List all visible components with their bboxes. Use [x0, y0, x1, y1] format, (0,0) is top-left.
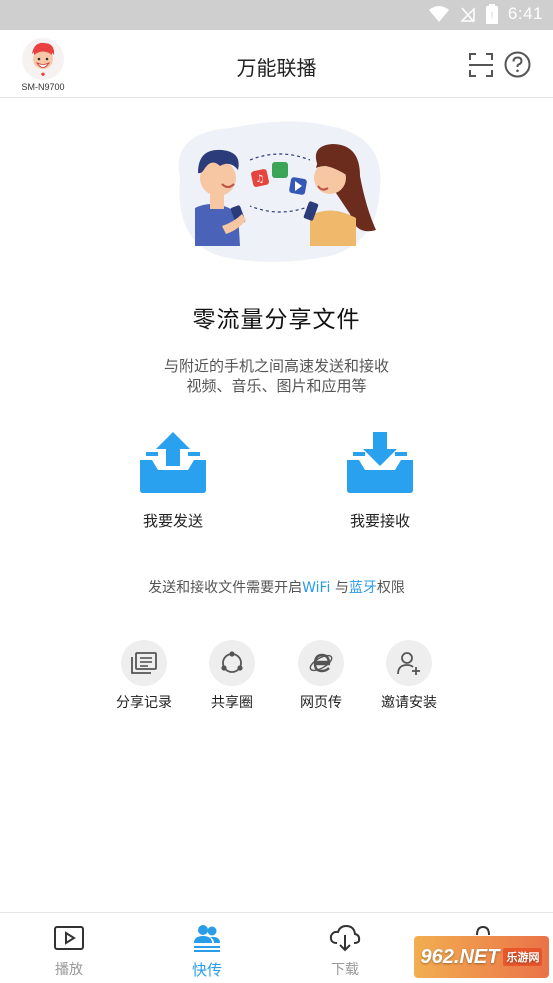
status-time: 6:41: [507, 4, 543, 23]
tool-label: 分享记录: [116, 695, 172, 711]
upload-tray-icon: [140, 432, 206, 493]
permission-suffix: 权限: [376, 580, 405, 596]
invite-install-button[interactable]: 邀请安装: [369, 640, 449, 712]
web-transfer-button[interactable]: 网页传: [281, 640, 361, 712]
history-icon: [131, 652, 157, 674]
wifi-icon: [428, 6, 449, 22]
scan-icon[interactable]: [468, 52, 494, 78]
tab-play[interactable]: 播放: [24, 923, 114, 979]
tab-download[interactable]: 下载: [300, 923, 390, 979]
hero-illustration: ♫: [178, 121, 381, 262]
battery-icon: !: [485, 4, 498, 24]
no-signal-icon: [460, 7, 475, 23]
wifi-link[interactable]: WiFi: [302, 580, 330, 596]
headline: 零流量分享文件: [192, 307, 361, 333]
device-name: SM-N9700: [21, 82, 65, 92]
subtitle-line-2: 视频、音乐、图片和应用等: [186, 377, 367, 395]
transfer-users-icon: [194, 925, 220, 952]
bluetooth-link[interactable]: 蓝牙: [349, 580, 377, 596]
permission-prefix: 发送和接收文件需要开启: [148, 580, 303, 596]
receive-label: 我要接收: [349, 512, 410, 530]
tab-transfer[interactable]: 快传: [162, 923, 252, 980]
tab-label: 下载: [331, 962, 359, 978]
download-cloud-icon: [329, 924, 361, 952]
permission-note: 发送和接收文件需要开启WiFi 与蓝牙权限: [0, 577, 553, 597]
tool-label: 邀请安装: [381, 695, 437, 711]
site-watermark: 962.NET 乐游网: [414, 936, 549, 978]
receive-button[interactable]: 我要接收: [310, 430, 450, 531]
tool-label: 网页传: [300, 695, 342, 711]
share-circle-icon: [221, 651, 243, 673]
share-history-button[interactable]: 分享记录: [104, 640, 184, 712]
permission-middle: 与: [330, 580, 349, 596]
download-tray-icon: [347, 432, 413, 493]
svg-text:!: !: [491, 11, 494, 22]
status-bar: ! 6:41: [0, 0, 553, 30]
svg-text:♫: ♫: [256, 174, 265, 185]
browser-icon: [309, 653, 333, 673]
send-button[interactable]: 我要发送: [103, 430, 243, 531]
tab-label: 播放: [55, 962, 83, 978]
play-icon: [54, 926, 84, 950]
tab-label: 快传: [191, 961, 222, 979]
share-circle-button[interactable]: 共享圈: [192, 640, 272, 712]
send-label: 我要发送: [142, 512, 203, 530]
help-icon[interactable]: [504, 51, 531, 78]
watermark-main: 962.NET: [420, 945, 500, 968]
invite-user-icon: [397, 652, 420, 675]
subtitle: 与附近的手机之间高速发送和接收 视频、音乐、图片和应用等: [0, 356, 553, 396]
app-header: SM-N9700 万能联播: [0, 30, 553, 98]
watermark-sub: 乐游网: [503, 948, 543, 966]
tool-label: 共享圈: [211, 695, 253, 711]
subtitle-line-1: 与附近的手机之间高速发送和接收: [163, 357, 389, 375]
